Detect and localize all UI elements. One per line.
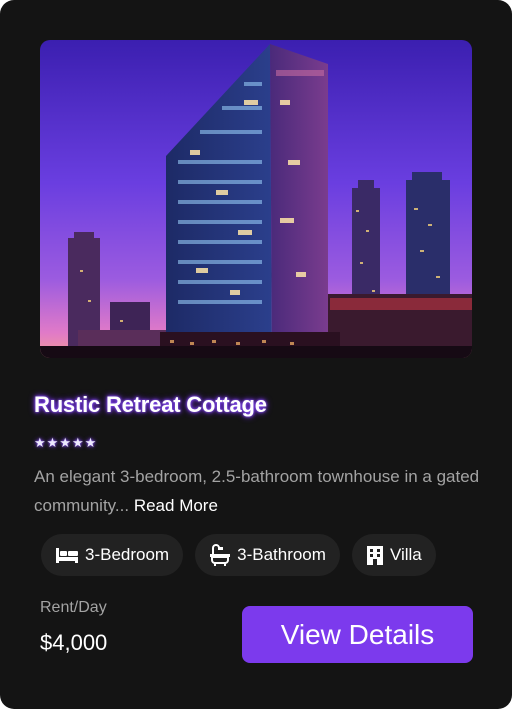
property-photo	[40, 40, 472, 358]
bathtub-icon	[209, 544, 231, 566]
feature-label: 3-Bathroom	[237, 545, 326, 564]
feature-label: 3-Bedroom	[85, 545, 170, 564]
feature-chip-type: Villa	[351, 534, 436, 576]
star-icon: ★	[59, 435, 71, 450]
view-details-button[interactable]: View Details	[242, 606, 473, 663]
star-icon: ★	[46, 435, 59, 450]
bed-icon	[55, 546, 79, 564]
star-icon: ★	[34, 435, 46, 450]
feature-label: Villa	[389, 545, 422, 564]
star-icon: ★	[71, 435, 84, 450]
rent-label: Rent/Day	[40, 599, 107, 616]
rating-stars: ★ ★ ★ ★ ★	[34, 434, 96, 452]
property-description: An elegant 3-bedroom, 2.5-bathroom townh…	[34, 462, 494, 520]
price-value: $4,000	[40, 630, 108, 655]
star-icon: ★	[84, 435, 97, 450]
property-card: Rustic Retreat Cottage ★ ★ ★ ★ ★ An eleg…	[0, 0, 512, 709]
feature-chip-bedroom: 3-Bedroom	[41, 534, 184, 576]
building-icon	[366, 545, 384, 565]
property-title: Rustic Retreat Cottage	[34, 392, 267, 417]
feature-chip-bathroom: 3-Bathroom	[195, 534, 340, 576]
feature-list: 3-Bedroom 3-Bathroom Villa	[41, 534, 436, 576]
read-more-link[interactable]: Read More	[134, 496, 218, 515]
description-text: An elegant 3-bedroom, 2.5-bathroom townh…	[34, 467, 480, 515]
